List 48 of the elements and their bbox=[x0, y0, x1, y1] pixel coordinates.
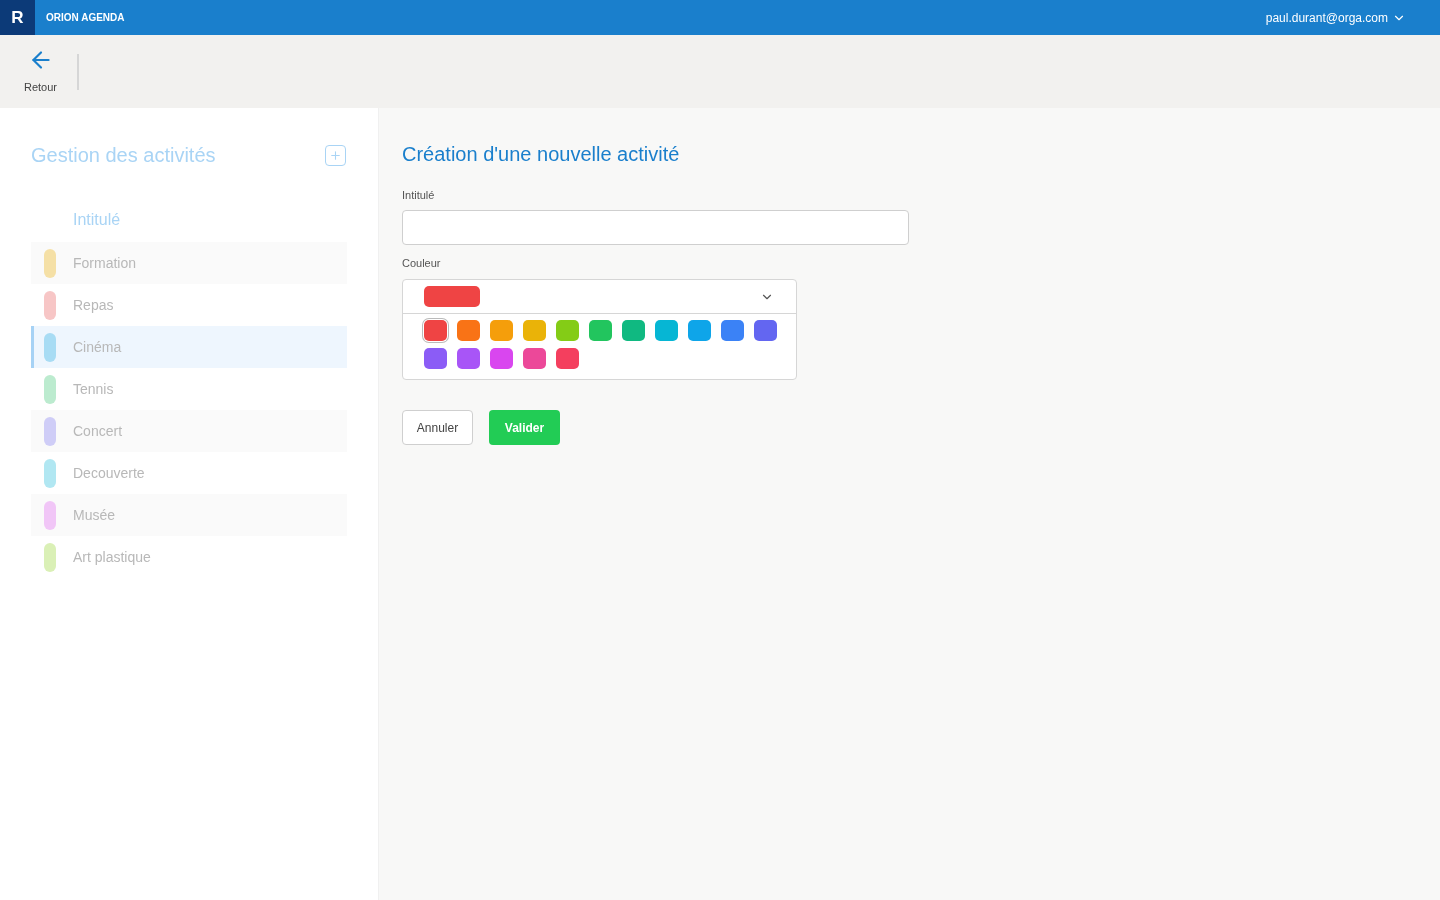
column-header: Intitulé bbox=[73, 210, 122, 230]
activity-name: Tennis bbox=[73, 379, 114, 399]
app-name: ORION AGENDA bbox=[46, 11, 125, 25]
activity-name: Musée bbox=[73, 505, 116, 525]
activity-row[interactable]: Art plastique bbox=[31, 536, 347, 578]
cancel-button[interactable]: Annuler bbox=[402, 410, 473, 445]
submit-button[interactable]: Valider bbox=[489, 410, 560, 445]
color-swatch[interactable] bbox=[457, 320, 480, 341]
color-label: Couleur bbox=[402, 255, 442, 271]
color-swatch[interactable] bbox=[523, 348, 546, 369]
color-swatch[interactable] bbox=[490, 320, 513, 341]
color-swatch[interactable] bbox=[622, 320, 645, 341]
activity-row[interactable]: Tennis bbox=[31, 368, 347, 410]
add-button[interactable] bbox=[325, 144, 346, 166]
activity-name: Cinéma bbox=[73, 337, 122, 357]
color-swatch[interactable] bbox=[721, 320, 744, 341]
color-swatch[interactable] bbox=[490, 348, 513, 369]
activity-name: Art plastique bbox=[73, 547, 151, 567]
color-swatch[interactable] bbox=[424, 348, 447, 369]
user-menu[interactable]: paul.durant@orga.com bbox=[1265, 8, 1406, 27]
app-logo: R bbox=[0, 0, 35, 35]
selected-color bbox=[424, 286, 480, 307]
color-swatch[interactable] bbox=[589, 320, 612, 341]
color-swatch[interactable] bbox=[457, 348, 480, 369]
color-swatch[interactable] bbox=[688, 320, 711, 341]
activity-row[interactable]: Formation bbox=[31, 242, 347, 284]
color-swatch[interactable] bbox=[655, 320, 678, 341]
color-swatch[interactable] bbox=[754, 320, 777, 341]
sidebar-title: Gestion des activités bbox=[31, 143, 216, 168]
activity-name: Formation bbox=[73, 253, 137, 273]
activity-row[interactable]: Concert bbox=[31, 410, 347, 452]
activity-row[interactable]: Cinéma bbox=[31, 326, 347, 368]
form-title: Création d'une nouvelle activité bbox=[402, 142, 681, 167]
name-label: Intitulé bbox=[402, 188, 436, 203]
back-button[interactable]: Retour bbox=[24, 47, 58, 96]
activity-row[interactable]: Decouverte bbox=[31, 452, 347, 494]
color-swatch[interactable] bbox=[424, 320, 447, 341]
color-swatch[interactable] bbox=[523, 320, 546, 341]
activity-row[interactable]: Repas bbox=[31, 284, 347, 326]
activity-name: Decouverte bbox=[73, 463, 145, 483]
activity-name: Repas bbox=[73, 295, 114, 315]
activity-row[interactable]: Musée bbox=[31, 494, 347, 536]
color-picker[interactable] bbox=[402, 279, 797, 380]
plus-icon bbox=[329, 148, 342, 162]
color-swatch[interactable] bbox=[556, 348, 579, 369]
name-input[interactable] bbox=[402, 209, 909, 245]
color-swatch[interactable] bbox=[556, 320, 579, 341]
activity-name: Concert bbox=[73, 421, 123, 441]
